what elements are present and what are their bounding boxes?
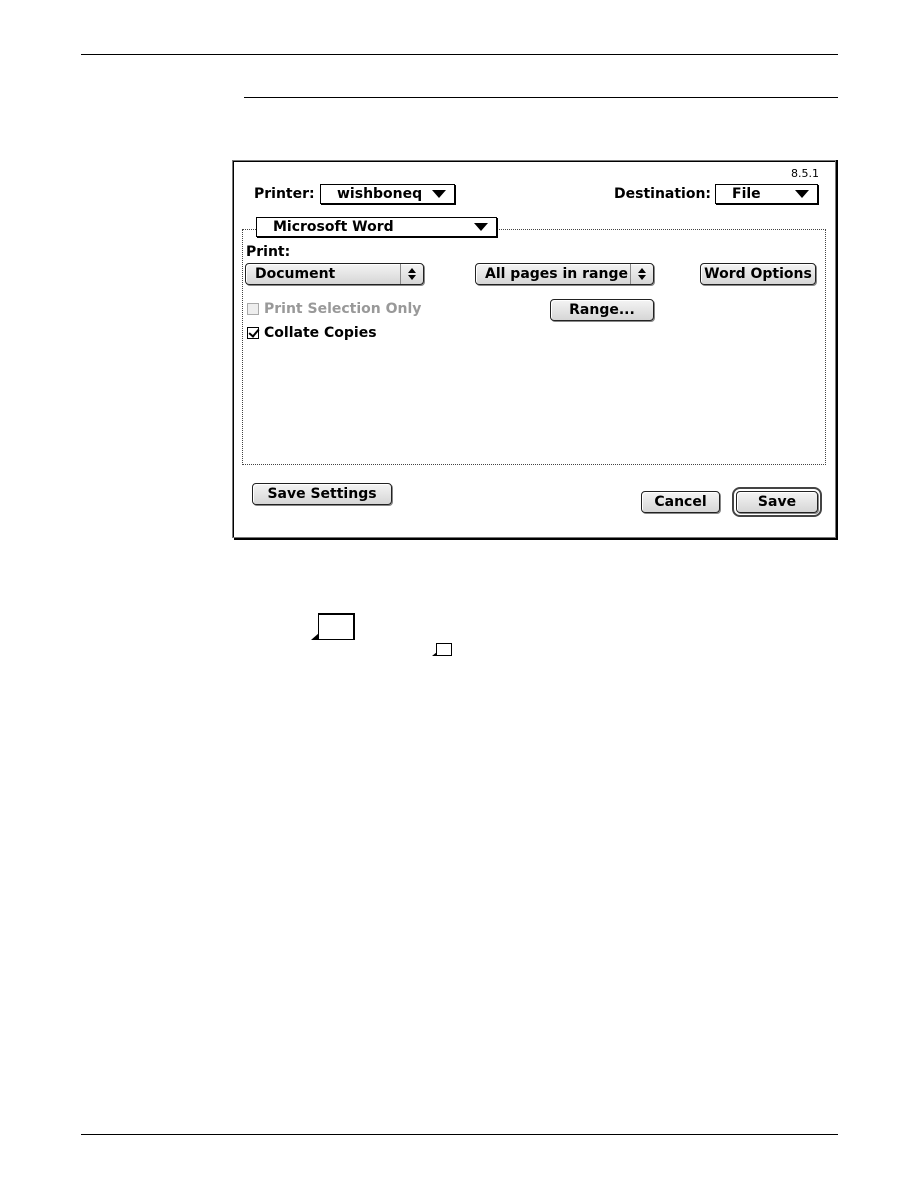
pages-select[interactable]: All pages in range <box>475 263 654 285</box>
destination-label: Destination: <box>614 186 712 202</box>
up-down-arrows-icon <box>400 264 423 284</box>
printer-label: Printer: <box>254 186 315 202</box>
print-what-select[interactable]: Document <box>245 263 424 285</box>
save-settings-button[interactable]: Save Settings <box>252 483 392 505</box>
note-icon-small <box>432 643 452 656</box>
print-what-value: Document <box>255 266 336 282</box>
note-icon <box>311 613 355 640</box>
print-label: Print: <box>246 244 291 260</box>
checkmark-icon <box>247 327 259 339</box>
chevron-down-icon <box>432 190 446 198</box>
version-label: 8.5.1 <box>791 167 819 180</box>
print-dialog: 8.5.1 Printer: wishboneq Destination: Fi… <box>232 160 838 540</box>
destination-popup[interactable]: File <box>715 184 818 204</box>
printer-value: wishboneq <box>337 186 423 202</box>
range-button[interactable]: Range... <box>550 299 654 321</box>
footer-rule <box>81 1134 838 1135</box>
chevron-down-icon <box>795 190 809 198</box>
pages-value: All pages in range <box>485 266 628 282</box>
header-rule <box>81 54 838 55</box>
up-down-arrows-icon <box>630 264 653 284</box>
checkbox-box <box>247 303 259 315</box>
checkbox-label: Collate Copies <box>264 325 377 341</box>
print-selection-only-checkbox[interactable]: Print Selection Only <box>247 301 421 317</box>
checkbox-label: Print Selection Only <box>264 301 422 317</box>
printer-popup[interactable]: wishboneq <box>320 184 455 204</box>
destination-value: File <box>732 186 761 202</box>
panel-popup[interactable]: Microsoft Word <box>256 217 497 237</box>
cancel-button[interactable]: Cancel <box>641 491 720 513</box>
save-button[interactable]: Save <box>732 487 822 517</box>
collate-copies-checkbox[interactable]: Collate Copies <box>247 325 377 341</box>
section-rule <box>244 97 838 98</box>
word-options-button[interactable]: Word Options <box>700 263 816 285</box>
panel-value: Microsoft Word <box>273 219 394 235</box>
chevron-down-icon <box>474 223 488 231</box>
